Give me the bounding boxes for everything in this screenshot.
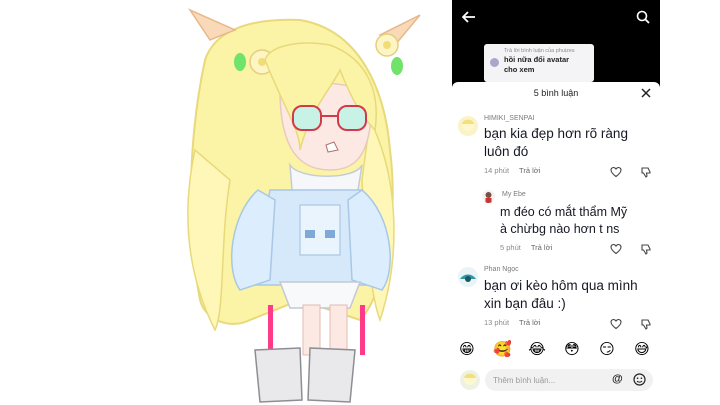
phone-screen: Trả lời bình luận của phuizes hồi nữa đổ… <box>452 0 660 405</box>
comment-username[interactable]: HIMIKI_SENPAI <box>484 115 534 122</box>
right-margin <box>660 0 720 405</box>
replied-comment-card: Trả lời bình luận của phuizes hồi nữa đổ… <box>484 44 594 82</box>
comment-text-line1: bạn ơi kèo hôm qua mình <box>484 278 638 293</box>
replied-comment-line1: hồi nữa đổi avatar <box>504 55 570 64</box>
close-icon[interactable] <box>640 86 652 98</box>
emoji-love-button[interactable]: 🥰 <box>493 340 512 358</box>
heart-icon[interactable] <box>610 317 622 330</box>
character-illustration <box>0 0 452 405</box>
search-icon[interactable] <box>632 6 654 28</box>
reply-button[interactable]: Trả lời <box>531 243 552 252</box>
comment-time: 13 phút <box>484 318 510 327</box>
emoji-smirk-button[interactable]: 😏 <box>598 340 616 358</box>
emoji-laugh-button[interactable]: 😂 <box>528 340 546 358</box>
comment-meta: 13 phút Trả lời <box>484 318 540 327</box>
comments-count-title: 5 bình luận <box>533 88 579 98</box>
comment-username[interactable]: My Ebe <box>502 191 526 198</box>
comments-sheet: 5 bình luận HIMIKI_SENPAI bạn kia đẹp hơ… <box>452 82 660 405</box>
mention-button[interactable]: @ <box>612 373 623 385</box>
emoji-quick-bar: 😁 🥰 😂 😳 😏 😅 <box>452 340 660 362</box>
comment-meta: 5 phút Trả lời <box>500 243 552 252</box>
emoji-face-icon[interactable] <box>633 373 646 386</box>
comment-input[interactable] <box>485 369 653 391</box>
thumbs-down-icon[interactable] <box>640 317 652 330</box>
emoji-sweat-smile-button[interactable]: 😅 <box>633 340 651 358</box>
avatar[interactable] <box>482 190 495 203</box>
gacha-character-drawing <box>187 8 421 403</box>
comment-text-line2: à chừbg nào hơn t ns <box>500 222 620 236</box>
comment-username[interactable]: Phan Ngọc <box>484 266 519 273</box>
comment-text-line1: m đéo có mắt thẩm Mỹ <box>500 205 628 219</box>
reply-button[interactable]: Trả lời <box>519 318 540 327</box>
comment-meta: 14 phút Trả lời <box>484 166 540 175</box>
thumbs-down-icon[interactable] <box>640 242 652 255</box>
heart-icon[interactable] <box>610 242 622 255</box>
comment-text-line1: bạn kia đẹp hơn rõ ràng <box>484 126 628 141</box>
replied-comment-line2: cho xem <box>504 65 535 74</box>
heart-icon[interactable] <box>610 165 622 178</box>
replied-user-avatar <box>490 58 499 67</box>
emoji-flushed-button[interactable]: 😳 <box>563 340 581 358</box>
replied-comment-header: Trả lời bình luận của phuizes <box>504 48 575 54</box>
comment-reply-item: My Ebe m đéo có mắt thẩm Mỹ à chừbg nào … <box>452 186 660 258</box>
comment-time: 5 phút <box>500 243 521 252</box>
comment-text-line2: xin bạn đâu :) <box>484 296 566 311</box>
thumbs-down-icon[interactable] <box>640 165 652 178</box>
comment-text-line2: luôn đó <box>484 144 529 159</box>
reply-button[interactable]: Trả lời <box>519 166 540 175</box>
emoji-grin-button[interactable]: 😁 <box>458 340 476 358</box>
comment-composer: @ <box>452 366 660 402</box>
my-avatar <box>460 370 480 390</box>
avatar[interactable] <box>458 116 478 136</box>
back-arrow-icon[interactable] <box>458 6 480 28</box>
top-bar <box>452 0 660 34</box>
comment-time: 14 phút <box>484 166 510 175</box>
comment-item: Phan Ngọc bạn ơi kèo hôm qua mình xin bạ… <box>452 262 660 334</box>
comment-item: HIMIKI_SENPAI bạn kia đẹp hơn rõ ràng lu… <box>452 112 660 182</box>
avatar[interactable] <box>458 267 478 287</box>
